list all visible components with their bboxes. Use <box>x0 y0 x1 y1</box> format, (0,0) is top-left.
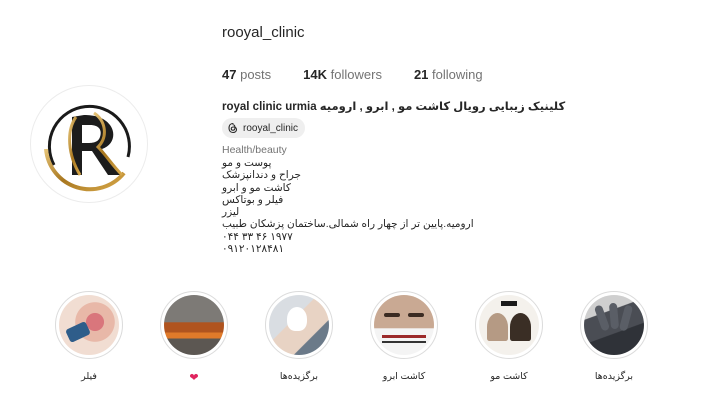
followers-stat[interactable]: 14K followers <box>303 67 382 82</box>
followers-label: followers <box>330 67 382 82</box>
lips-thumbnail <box>59 295 119 355</box>
bio-line: جراح و دندانپزشک <box>222 169 301 182</box>
eyebrow-thumbnail <box>374 295 434 355</box>
heart-icon: ❤ <box>189 372 199 384</box>
highlight-favorites-2[interactable]: برگزیده‌ها <box>578 291 650 383</box>
highlight-ring <box>265 291 333 359</box>
profile-stats: 47 posts 14K followers 21 following <box>222 67 515 82</box>
highlight-label: برگزیده‌ها <box>594 371 634 382</box>
threads-link[interactable]: rooyal_clinic <box>222 118 306 138</box>
highlight-label: کاشت ابرو <box>382 371 426 382</box>
hair-transplant-thumbnail <box>479 295 539 355</box>
highlight-label: برگزیده‌ها <box>279 371 319 382</box>
highlight-ring <box>370 291 438 359</box>
heart-thumbnail <box>164 295 224 355</box>
highlight-heart[interactable]: ❤ <box>158 291 230 384</box>
highlight-ring <box>580 291 648 359</box>
bio-phone: ۰۴۴ ۳۳ ۴۶ ۱۹۷۷ <box>222 230 293 243</box>
highlight-label: ❤ <box>158 371 230 384</box>
followers-count: 14K <box>303 67 328 82</box>
profile-username: rooyal_clinic <box>222 24 305 41</box>
posts-count: 47 <box>222 67 237 82</box>
bio-line: لیزر <box>222 206 240 219</box>
posts-label: posts <box>240 67 272 82</box>
profile-avatar[interactable] <box>30 85 148 203</box>
highlight-favorites[interactable]: برگزیده‌ها <box>263 291 335 383</box>
following-count: 21 <box>413 67 429 82</box>
highlight-hair-transplant[interactable]: کاشت مو <box>473 291 545 383</box>
bio-line: پوست و مو <box>222 157 272 169</box>
bio-mobile: ۰۹۱۲۰۱۲۸۴۸۱ <box>222 243 285 256</box>
gloves-thumbnail <box>584 295 644 355</box>
highlight-label: فیلر <box>81 371 97 382</box>
highlight-ring <box>55 291 123 359</box>
posts-stat[interactable]: 47 posts <box>222 67 271 82</box>
profile-category: Health/beauty <box>222 144 287 156</box>
profile-full-name: royal clinic urmia کلینیک زیبایی رویال ک… <box>222 101 566 113</box>
highlight-eyebrow[interactable]: کاشت ابرو <box>368 291 440 383</box>
highlight-ring <box>475 291 543 359</box>
highlight-ring <box>160 291 228 359</box>
bio-line: فیلر و بوتاکس <box>222 193 284 206</box>
treatment-thumbnail <box>269 295 329 355</box>
following-stat[interactable]: 21 following <box>414 67 483 82</box>
highlight-label: کاشت مو <box>490 371 528 382</box>
bio-address: ارومیه.پایین تر از چهار راه شمالی.ساختما… <box>222 218 474 231</box>
highlight-filler[interactable]: فیلر <box>53 291 125 383</box>
story-highlights: فیلر ❤ برگزیده‌ها کاشت ابرو <box>53 291 653 391</box>
threads-handle: rooyal_clinic <box>243 122 299 134</box>
bio-line: کاشت مو و ابرو <box>222 181 291 194</box>
royal-clinic-logo-icon <box>44 104 131 192</box>
following-label: following <box>432 67 483 82</box>
threads-icon <box>228 122 238 134</box>
profile-bio: پوست و مو جراح و دندانپزشک کاشت مو و ابر… <box>222 157 474 255</box>
